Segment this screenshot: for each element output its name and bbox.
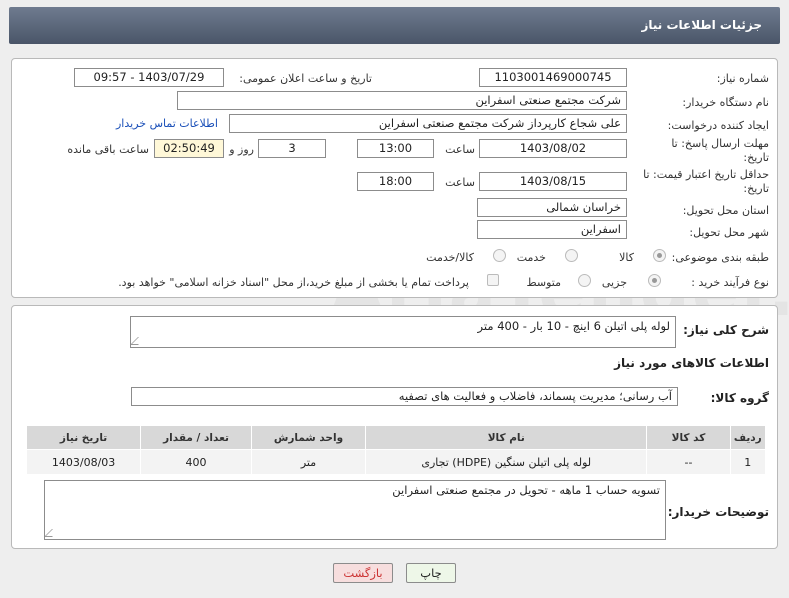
buyer-notes-textarea[interactable]: تسویه حساب 1 ماهه - تحویل در مجتمع صنعتی…: [44, 480, 666, 540]
back-button[interactable]: بازگشت: [333, 563, 393, 583]
resize-handle-icon[interactable]: [45, 529, 60, 537]
province-label: استان محل تحویل:: [682, 204, 769, 217]
reply-time-label: ساعت: [445, 143, 475, 156]
goods-table: ردیف کد کالا نام کالا واحد شمارش تعداد /…: [25, 425, 767, 475]
col-quantity: تعداد / مقدار: [140, 425, 252, 450]
price-validity-date: 1403/08/15: [479, 172, 627, 191]
reply-deadline-date: 1403/08/02: [479, 139, 627, 158]
reply-deadline-label-2: تاریخ:: [743, 151, 769, 164]
buyer-notes-label: توضیحات خریدار:: [667, 505, 769, 519]
buyer-org-label: نام دستگاه خریدار:: [682, 96, 769, 109]
reply-days-field: 3: [258, 139, 326, 158]
page-header: جزئیات اطلاعات نیاز: [9, 7, 780, 44]
buyer-notes-text: تسویه حساب 1 ماهه - تحویل در مجتمع صنعتی…: [392, 483, 660, 497]
category-radio-goods-service[interactable]: [493, 249, 506, 262]
remaining-time-label: ساعت باقی مانده: [67, 143, 149, 156]
summary-textarea[interactable]: لوله پلی اتیلن 6 اینچ - 10 بار - 400 متر: [130, 316, 676, 348]
cell-unit: متر: [250, 449, 367, 475]
reply-deadline-time: 13:00: [357, 139, 434, 158]
category-label: طبقه بندی موضوعی:: [671, 251, 769, 264]
purchase-option-minor: جزیی: [601, 276, 627, 289]
reply-deadline-label-1: مهلت ارسال پاسخ: تا: [671, 137, 769, 150]
price-validity-time-label: ساعت: [445, 176, 475, 189]
category-radio-service[interactable]: [565, 249, 578, 262]
col-need-date: تاریخ نیاز: [25, 425, 142, 450]
category-option-goods: کالا: [619, 251, 634, 264]
treasury-payment-checkbox[interactable]: [487, 274, 499, 286]
summary-label: شرح کلی نیاز:: [683, 323, 769, 337]
province-field: خراسان شمالی: [477, 198, 627, 217]
table-header-row: ردیف کد کالا نام کالا واحد شمارش تعداد /…: [25, 425, 767, 450]
col-unit: واحد شمارش: [250, 425, 367, 450]
announce-datetime-field: 1403/07/29 - 09:57: [74, 68, 224, 87]
purchase-option-medium: متوسط: [526, 276, 561, 289]
buyer-org-field: شرکت مجتمع صنعتی اسفراین: [177, 91, 627, 110]
cell-row: 1: [729, 449, 767, 475]
city-field: اسفراین: [477, 220, 627, 239]
remaining-time-field: 02:50:49: [154, 139, 224, 158]
announce-datetime-label: تاریخ و ساعت اعلان عمومی:: [239, 72, 372, 85]
goods-group-field: آب رسانی؛ مدیریت پسماند، فاضلاب و فعالیت…: [131, 387, 678, 406]
purchase-radio-medium[interactable]: [578, 274, 591, 287]
requester-field: علی شجاع کارپرداز شرکت مجتمع صنعتی اسفرا…: [229, 114, 627, 133]
purchase-radio-minor[interactable]: [648, 274, 661, 287]
category-radio-goods[interactable]: [653, 249, 666, 262]
col-code: کد کالا: [646, 425, 731, 450]
category-option-service: خدمت: [516, 251, 546, 264]
summary-text: لوله پلی اتیلن 6 اینچ - 10 بار - 400 متر: [477, 319, 670, 333]
days-label: روز و: [229, 143, 254, 156]
page-title: جزئیات اطلاعات نیاز: [641, 18, 762, 32]
need-number-label: شماره نیاز:: [716, 72, 769, 85]
price-validity-time: 18:00: [357, 172, 434, 191]
purchase-type-label: نوع فرآیند خرید :: [691, 276, 769, 289]
resize-handle-icon[interactable]: [131, 337, 146, 345]
print-button[interactable]: چاپ: [406, 563, 456, 583]
table-row: 1 -- لوله پلی اتیلن سنگین (HDPE) تجاری م…: [25, 449, 767, 475]
buyer-contact-link[interactable]: اطلاعات تماس خریدار: [116, 117, 218, 130]
requester-label: ایجاد کننده درخواست:: [667, 119, 769, 132]
col-name: نام کالا: [365, 425, 648, 450]
cell-quantity: 400: [140, 449, 252, 475]
category-option-goods-service: کالا/خدمت: [426, 251, 474, 264]
cell-code: --: [646, 449, 731, 475]
price-validity-label-2: تاریخ:: [743, 182, 769, 195]
need-number-field: 1103001469000745: [479, 68, 627, 87]
city-label: شهر محل تحویل:: [689, 226, 769, 239]
treasury-payment-note: پرداخت تمام یا بخشی از مبلغ خرید،از محل …: [118, 276, 469, 289]
cell-need-date: 1403/08/03: [25, 449, 142, 475]
goods-info-title: اطلاعات کالاهای مورد نیاز: [614, 356, 769, 370]
col-row: ردیف: [729, 425, 767, 450]
price-validity-label-1: حداقل تاریخ اعتبار قیمت: تا: [643, 168, 769, 181]
cell-name: لوله پلی اتیلن سنگین (HDPE) تجاری: [365, 449, 648, 475]
goods-group-label: گروه کالا:: [710, 391, 769, 405]
